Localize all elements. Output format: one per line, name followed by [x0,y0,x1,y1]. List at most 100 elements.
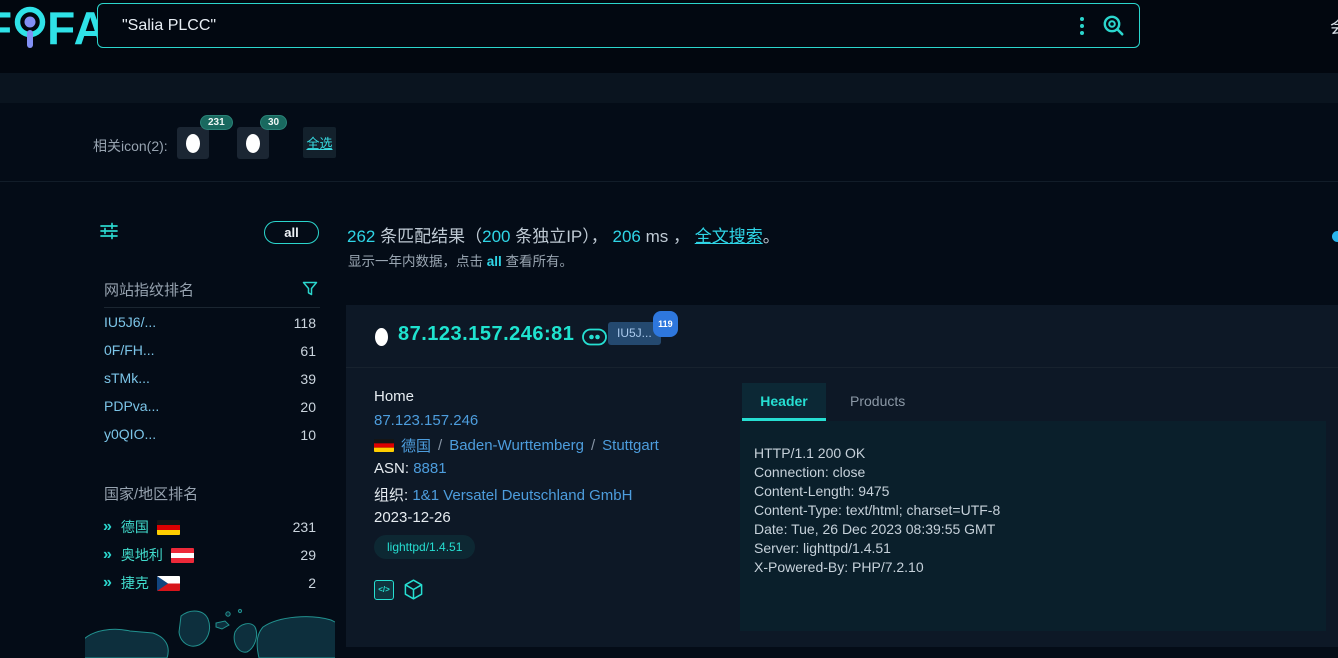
results-hint: 显示一年内数据，点击 all 查看所有。 [348,250,573,270]
summary-text: ms ， [641,227,695,246]
filter-sliders-icon[interactable] [100,222,118,240]
fingerprint-row: 0F/FH... 61 [104,342,316,362]
independent-ip-count: 200 [482,227,510,246]
org-row: 组织: 1&1 Versatel Deutschland GmbH [374,484,632,505]
http-header-line: Server: lighttpd/1.4.51 [754,539,1326,558]
http-header-line: Date: Tue, 26 Dec 2023 08:39:55 GMT [754,520,1326,539]
related-icon-tile-2[interactable]: 30 [237,127,269,159]
asn-row: ASN: 8881 [374,460,447,477]
fofa-logo[interactable]: F FA [0,1,108,55]
result-card-header: 87.123.157.246:81 IU5J... 119 [346,305,1338,368]
all-link[interactable]: all [487,254,502,269]
select-all-button[interactable]: 全选 [303,127,336,158]
fingerprint-item-link[interactable]: IU5J6/... [104,314,156,330]
fingerprint-item-link[interactable]: y0QIO... [104,426,156,442]
fingerprint-badge-count: 119 [653,311,678,337]
related-icon-tile-1[interactable]: 231 [177,127,209,159]
country-geo-link[interactable]: 德国 [401,435,431,456]
fingerprint-row: sTMk... 39 [104,370,316,390]
fingerprint-count: 10 [300,427,316,443]
fingerprint-item-link[interactable]: 0F/FH... [104,342,155,358]
flag-austria-icon [171,548,194,563]
result-ip-port-link[interactable]: 87.123.157.246:81 [398,323,574,346]
http-header-line: X-Powered-By: PHP/7.2.10 [754,558,1326,577]
query-time: 206 [613,227,641,246]
geo-separator: / [438,437,442,454]
related-icons-label: 相关icon(2): [93,136,168,156]
fingerprint-count: 20 [300,399,316,415]
kebab-menu-icon[interactable] [1077,13,1087,39]
match-count: 262 [347,227,375,246]
cube-asset-icon[interactable] [403,579,424,600]
search-bar [97,3,1140,48]
fingerprint-row: PDPva... 20 [104,398,316,418]
country-link[interactable]: 奥地利 [121,545,163,565]
asn-label: ASN: [374,460,413,477]
favicon-thumbnail-icon [186,134,200,153]
country-row: 捷克 2 [103,573,316,593]
top-header: F FA 会 [0,0,1338,73]
search-icon[interactable] [1102,14,1125,37]
fingerprint-badge[interactable]: IU5J... 119 [608,322,661,345]
all-filter-button[interactable]: all [264,221,319,244]
flag-czech-icon [157,576,180,591]
http-header-line: Content-Type: text/html; charset=UTF-8 [754,501,1326,520]
country-link[interactable]: 捷克 [121,573,149,593]
link-chain-icon[interactable] [582,328,607,346]
fingerprint-row: y0QIO... 10 [104,426,316,446]
http-header-line: Connection: close [754,463,1326,482]
fingerprint-ranking-title: 网站指纹排名 [104,279,194,300]
expand-chevrons-icon[interactable] [103,548,113,562]
http-header-panel: HTTP/1.1 200 OK Connection: close Conten… [740,421,1326,631]
fingerprint-count: 118 [294,315,316,331]
city-geo-link[interactable]: Stuttgart [602,437,659,454]
tab-header[interactable]: Header [742,383,826,421]
hint-text: 查看所有。 [502,254,573,269]
server-tag[interactable]: lighttpd/1.4.51 [374,535,475,559]
country-count: 29 [300,547,316,563]
ip-link[interactable]: 87.123.157.246 [374,412,478,429]
asn-link[interactable]: 8881 [413,460,446,477]
country-count: 231 [293,519,316,535]
fingerprint-row: IU5J6/... 118 [104,314,316,334]
favicon-thumbnail-icon [246,134,260,153]
region-geo-link[interactable]: Baden-Wurttemberg [449,437,584,454]
summary-text: 条匹配结果（ [375,227,482,246]
fulltext-search-link[interactable]: 全文搜索 [695,227,763,246]
fingerprint-badge-label: IU5J... [617,326,652,340]
org-link[interactable]: 1&1 Versatel Deutschland GmbH [412,487,632,504]
country-link[interactable]: 德国 [121,517,149,537]
toolbar-strip [0,73,1338,103]
country-count: 2 [308,575,316,591]
hint-text: 显示一年内数据，点击 [348,254,487,269]
flag-germany-icon [157,520,180,535]
summary-text: 。 [763,227,780,246]
fingerprint-count: 61 [300,343,316,359]
http-header-line: Content-Length: 9475 [754,482,1326,501]
flag-germany-icon [374,439,394,452]
result-card: 87.123.157.246:81 IU5J... 119 Home 87.12… [346,305,1338,647]
org-label: 组织: [374,487,412,504]
floating-action-button-partial[interactable] [1332,231,1338,242]
site-favicon [375,328,388,346]
http-header-line: HTTP/1.1 200 OK [754,444,1326,463]
fingerprint-count: 39 [300,371,316,387]
funnel-filter-icon[interactable] [302,281,318,297]
result-action-icons [374,579,424,600]
source-code-icon[interactable] [374,580,394,600]
results-summary: 262 条匹配结果（200 条独立IP）， 206 ms ， 全文搜索。 [347,222,780,247]
member-menu-partial[interactable]: 会 [1330,13,1338,38]
expand-chevrons-icon[interactable] [103,576,113,590]
fingerprint-item-link[interactable]: sTMk... [104,370,150,386]
expand-chevrons-icon[interactable] [103,520,113,534]
search-input[interactable] [98,4,1077,47]
country-row: 德国 231 [103,517,316,537]
site-title: Home [374,388,414,405]
fingerprint-item-link[interactable]: PDPva... [104,398,159,414]
icon-count-badge: 30 [260,115,287,130]
tab-products[interactable]: Products [840,383,915,418]
section-divider [0,181,1338,182]
scan-date: 2023-12-26 [374,509,451,526]
country-row: 奥地利 29 [103,545,316,565]
country-ranking-title: 国家/地区排名 [104,483,198,504]
